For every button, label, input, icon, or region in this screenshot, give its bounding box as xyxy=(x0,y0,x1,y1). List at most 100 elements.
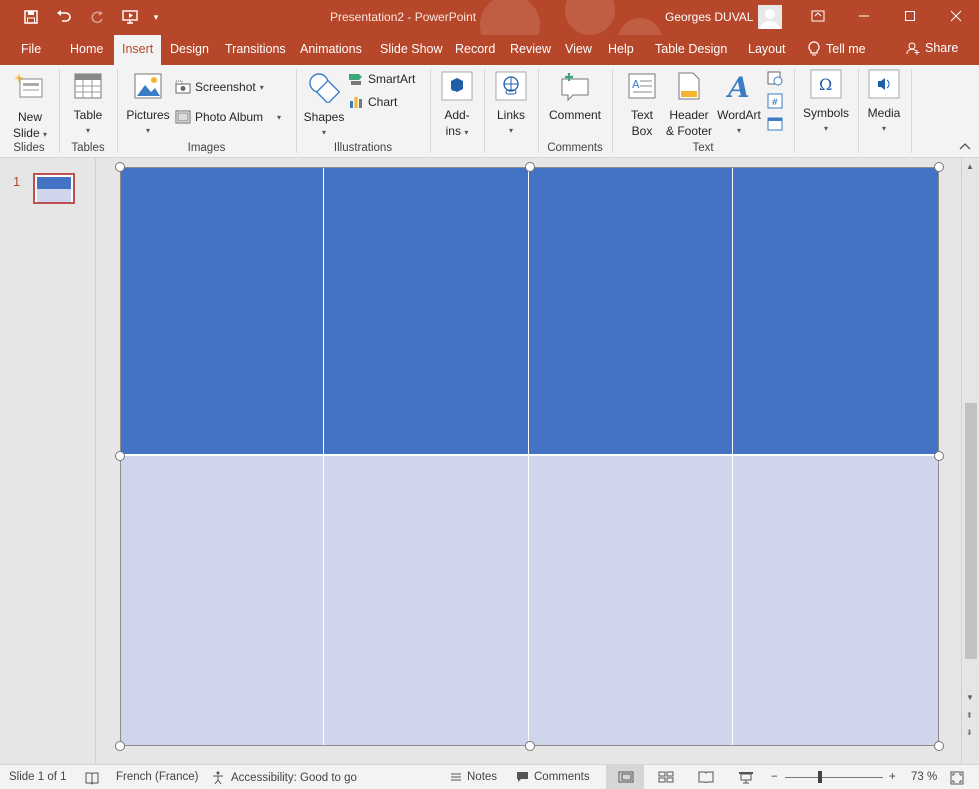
language-indicator[interactable]: French (France) xyxy=(116,771,198,783)
tab-design[interactable]: Design xyxy=(170,42,209,56)
tab-record[interactable]: Record xyxy=(455,42,495,56)
tab-insert[interactable]: Insert xyxy=(114,35,162,66)
scroll-down-icon[interactable]: ▼ xyxy=(966,693,974,702)
tab-review[interactable]: Review xyxy=(510,42,551,56)
ribbon-display-options-icon[interactable] xyxy=(795,0,841,32)
tell-me-search[interactable]: Tell me xyxy=(808,41,866,57)
tab-table-design[interactable]: Table Design xyxy=(655,42,727,56)
spelling-check-icon[interactable] xyxy=(84,771,100,785)
text-box-icon: A xyxy=(628,73,656,99)
group-separator xyxy=(612,69,613,153)
share-button[interactable]: Share xyxy=(906,41,958,55)
zoom-in-button[interactable]: + xyxy=(889,771,896,783)
date-time-button[interactable] xyxy=(767,70,783,86)
tab-animations[interactable]: Animations xyxy=(300,42,362,56)
shapes-button[interactable]: Shapes ▾ xyxy=(302,71,346,141)
chart-label: Chart xyxy=(368,95,398,109)
links-button[interactable]: Links ▾ xyxy=(492,71,530,139)
zoom-out-button[interactable]: − xyxy=(771,771,778,783)
chart-button[interactable]: Chart xyxy=(348,95,397,109)
add-ins-button[interactable]: Add- ins ▾ xyxy=(438,71,476,141)
resize-handle[interactable] xyxy=(934,741,944,751)
table-cell[interactable] xyxy=(120,456,324,746)
screenshot-button[interactable]: Screenshot ▾ xyxy=(175,80,264,94)
zoom-level[interactable]: 73 % xyxy=(911,771,937,783)
table-cell[interactable] xyxy=(529,167,733,456)
photo-album-button[interactable]: Photo Album ▾ xyxy=(175,110,281,124)
save-icon[interactable] xyxy=(14,6,47,28)
pictures-button[interactable]: Pictures ▾ xyxy=(124,71,172,139)
redo-icon[interactable] xyxy=(80,6,113,28)
accessibility-label: Accessibility: Good to go xyxy=(231,772,357,784)
accessibility-checker[interactable]: Accessibility: Good to go xyxy=(210,771,357,785)
wordart-button[interactable]: A WordArt ▾ xyxy=(714,71,764,139)
comment-button[interactable]: Comment xyxy=(545,71,605,123)
resize-handle[interactable] xyxy=(525,162,535,172)
resize-handle[interactable] xyxy=(115,741,125,751)
comments-button[interactable]: Comments xyxy=(516,771,590,783)
header-footer-button[interactable]: Header & Footer xyxy=(664,71,714,139)
symbols-button[interactable]: Ω Symbols ▾ xyxy=(800,69,852,137)
table-cell[interactable] xyxy=(733,456,939,746)
table-button[interactable]: Table ▾ xyxy=(66,71,110,139)
collapse-ribbon-icon[interactable] xyxy=(959,142,971,153)
user-name[interactable]: Georges DUVAL xyxy=(665,10,753,24)
smartart-button[interactable]: SmartArt xyxy=(348,72,415,86)
scroll-up-icon[interactable]: ▲ xyxy=(966,162,974,171)
slide-number-button[interactable]: # xyxy=(767,93,783,109)
object-button[interactable] xyxy=(767,116,783,132)
status-bar: Slide 1 of 1 French (France) Accessibili… xyxy=(0,764,979,789)
new-slide-icon xyxy=(14,73,43,98)
slide-canvas[interactable] xyxy=(115,162,944,751)
normal-view-icon[interactable] xyxy=(618,771,634,783)
media-button[interactable]: Media ▾ xyxy=(864,69,904,137)
table-cell[interactable] xyxy=(120,167,324,456)
undo-icon[interactable] xyxy=(47,6,80,28)
tab-slide-show[interactable]: Slide Show xyxy=(380,42,443,56)
next-slide-icon[interactable]: ⇟ xyxy=(966,728,973,737)
resize-handle[interactable] xyxy=(934,451,944,461)
customize-qat-icon[interactable]: ▾ xyxy=(146,6,166,28)
resize-handle[interactable] xyxy=(934,162,944,172)
speaker-icon xyxy=(868,69,900,99)
chevron-down-icon: ▾ xyxy=(277,112,282,122)
close-icon[interactable] xyxy=(933,0,979,32)
table-cell[interactable] xyxy=(324,456,529,746)
reading-view-icon[interactable] xyxy=(698,771,714,783)
scrollbar-thumb[interactable] xyxy=(965,403,977,659)
tab-help[interactable]: Help xyxy=(608,42,634,56)
maximize-icon[interactable] xyxy=(887,0,933,32)
slide-thumbnail[interactable] xyxy=(33,173,75,204)
new-slide-button[interactable]: New Slide ▾ xyxy=(8,71,52,143)
avatar[interactable] xyxy=(758,5,782,29)
table-cell[interactable] xyxy=(529,456,733,746)
zoom-slider-thumb[interactable] xyxy=(818,771,822,783)
text-box-button[interactable]: A Text Box xyxy=(624,71,660,139)
fit-to-window-icon[interactable] xyxy=(950,771,964,785)
resize-handle[interactable] xyxy=(115,162,125,172)
previous-slide-icon[interactable]: ⇞ xyxy=(966,711,973,720)
zoom-slider-track[interactable] xyxy=(785,777,883,778)
tab-file[interactable]: File xyxy=(21,42,41,56)
resize-handle[interactable] xyxy=(525,741,535,751)
photo-album-icon xyxy=(175,110,191,124)
group-label-images: Images xyxy=(187,142,226,154)
table-cell[interactable] xyxy=(733,167,939,456)
slide-show-icon[interactable] xyxy=(738,771,754,784)
tab-home[interactable]: Home xyxy=(70,42,103,56)
minimize-icon[interactable] xyxy=(841,0,887,32)
tab-transitions[interactable]: Transitions xyxy=(225,42,286,56)
present-from-beginning-icon[interactable] xyxy=(113,6,146,28)
chevron-down-icon: ▾ xyxy=(85,126,90,135)
comments-icon xyxy=(517,772,528,782)
resize-handle[interactable] xyxy=(115,451,125,461)
media-label: Media xyxy=(867,106,901,120)
table-cell[interactable] xyxy=(324,167,529,456)
tab-view[interactable]: View xyxy=(565,42,592,56)
slide-sorter-icon[interactable] xyxy=(658,771,674,783)
table[interactable] xyxy=(120,167,939,746)
header-footer-label-1: Header xyxy=(669,108,709,122)
vertical-scrollbar[interactable]: ▲ ▼ ⇞ ⇟ xyxy=(961,158,979,764)
notes-button[interactable]: Notes xyxy=(450,771,497,783)
tab-layout[interactable]: Layout xyxy=(748,42,786,56)
